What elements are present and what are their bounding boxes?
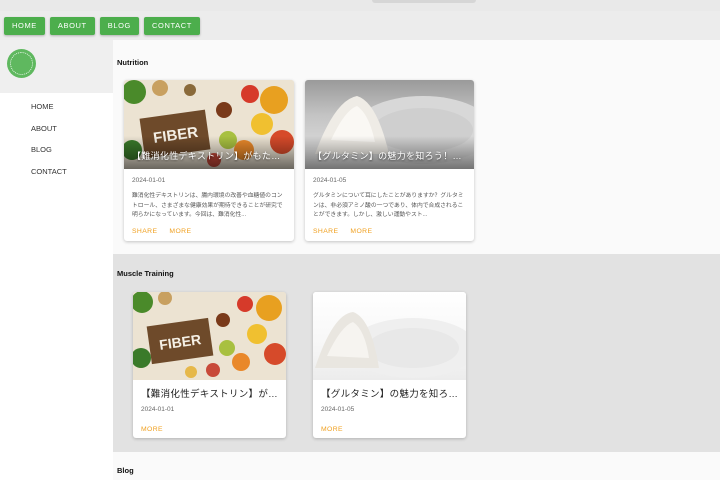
article-card[interactable]: 【グルタミン】の魅力を知ろう！免... 2024-01-05 グルタミンについて…: [305, 80, 474, 241]
article-excerpt: 難消化性デキストリンは、腸内環境の改善や血糖値のコントロール、さまざまな健康効果…: [132, 193, 283, 218]
top-notch: [372, 0, 476, 3]
article-thumbnail: FIBER: [124, 80, 294, 169]
nav-contact-button[interactable]: CONTACT: [144, 17, 200, 35]
article-card[interactable]: FIBER 【難消化性デキストリン】がも... 2024-01-01 MORE: [133, 292, 286, 438]
card-body: 2024-01-01 難消化性デキストリンは、腸内環境の改善や血糖値のコントロー…: [124, 169, 294, 235]
blog-section: Blog: [113, 452, 720, 480]
article-excerpt: グルタミンについて耳にしたことがありますか？グルタミンは、非必須アミノ酸の一つで…: [313, 193, 464, 218]
sidebar-item-contact[interactable]: CONTACT: [0, 166, 113, 188]
section-title: Blog: [117, 466, 134, 475]
nutrition-section: Nutrition FIBER 【難消化性デキストリン】がもたら... 2024…: [113, 40, 720, 254]
fiber-food-image: FIBER: [133, 292, 286, 380]
section-title: Nutrition: [117, 58, 149, 67]
article-thumbnail: FIBER: [133, 292, 286, 380]
top-strip: [0, 0, 720, 11]
card-body: 【グルタミン】の魅力を知ろう... 2024-01-05 MORE: [313, 380, 466, 433]
article-date: 2024-01-05: [313, 177, 347, 184]
powder-plate-image: [315, 312, 466, 378]
article-title[interactable]: 【難消化性デキストリン】がもたら...: [132, 149, 288, 162]
nav-blog-button[interactable]: BLOG: [99, 17, 139, 35]
article-thumbnail: [313, 292, 466, 380]
card-actions: SHARE MORE: [132, 228, 286, 235]
article-thumbnail: 【グルタミン】の魅力を知ろう！免...: [305, 80, 474, 169]
more-button[interactable]: MORE: [350, 228, 372, 235]
article-date: 2024-01-05: [321, 406, 355, 413]
section-title: Muscle Training: [117, 269, 174, 278]
article-title[interactable]: 【グルタミン】の魅力を知ろう...: [321, 386, 458, 400]
article-date: 2024-01-01: [141, 406, 175, 413]
more-button[interactable]: MORE: [169, 228, 191, 235]
sidebar: HOME ABOUT BLOG CONTACT: [0, 40, 113, 480]
share-button[interactable]: SHARE: [132, 228, 157, 235]
article-date: 2024-01-01: [132, 177, 166, 184]
card-body: 【難消化性デキストリン】がも... 2024-01-01 MORE: [133, 380, 286, 433]
share-button[interactable]: SHARE: [313, 228, 338, 235]
sidebar-item-about[interactable]: ABOUT: [0, 123, 113, 145]
sidebar-menu: HOME ABOUT BLOG CONTACT: [0, 93, 113, 187]
nav-home-button[interactable]: HOME: [4, 17, 45, 35]
card-actions: MORE: [321, 426, 458, 433]
top-navigation: HOME ABOUT BLOG CONTACT: [4, 17, 200, 35]
card-actions: SHARE MORE: [313, 228, 466, 235]
more-button[interactable]: MORE: [141, 426, 163, 433]
article-title[interactable]: 【難消化性デキストリン】がも...: [141, 386, 278, 400]
article-title[interactable]: 【グルタミン】の魅力を知ろう！免...: [313, 149, 468, 162]
muscle-training-section: Muscle Training FIBER 【難消化性デキストリン】がも... …: [113, 254, 720, 452]
sidebar-item-blog[interactable]: BLOG: [0, 144, 113, 166]
card-actions: MORE: [141, 426, 278, 433]
article-card[interactable]: 【グルタミン】の魅力を知ろう... 2024-01-05 MORE: [313, 292, 466, 438]
nav-about-button[interactable]: ABOUT: [49, 17, 95, 35]
card-body: 2024-01-05 グルタミンについて耳にしたことがありますか？グルタミンは、…: [305, 169, 474, 235]
article-card[interactable]: FIBER 【難消化性デキストリン】がもたら... 2024-01-01 難消化…: [124, 80, 294, 241]
site-logo[interactable]: [7, 49, 36, 78]
logo-area: [0, 40, 113, 93]
sidebar-item-home[interactable]: HOME: [0, 101, 113, 123]
more-button[interactable]: MORE: [321, 426, 343, 433]
